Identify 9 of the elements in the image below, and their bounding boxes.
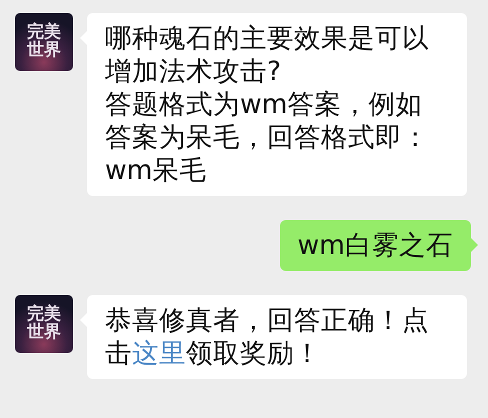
avatar[interactable]: 完美世界	[15, 13, 73, 71]
message-text: 答题格式为wm答案，例如答案为呆毛，回答格式即：wm呆毛	[105, 88, 430, 187]
link[interactable]: 这里	[132, 338, 186, 369]
message-text: 哪种魂石的主要效果是可以增加法术攻击?	[105, 22, 430, 88]
message-text: wm白雾之石	[298, 229, 453, 262]
avatar-logo: 完美世界	[26, 306, 62, 342]
avatar-logo: 完美世界	[26, 24, 62, 60]
message-text: 恭喜修真者，回答正确！点击这里领取奖励！	[105, 304, 430, 370]
avatar[interactable]: 完美世界	[15, 295, 73, 353]
